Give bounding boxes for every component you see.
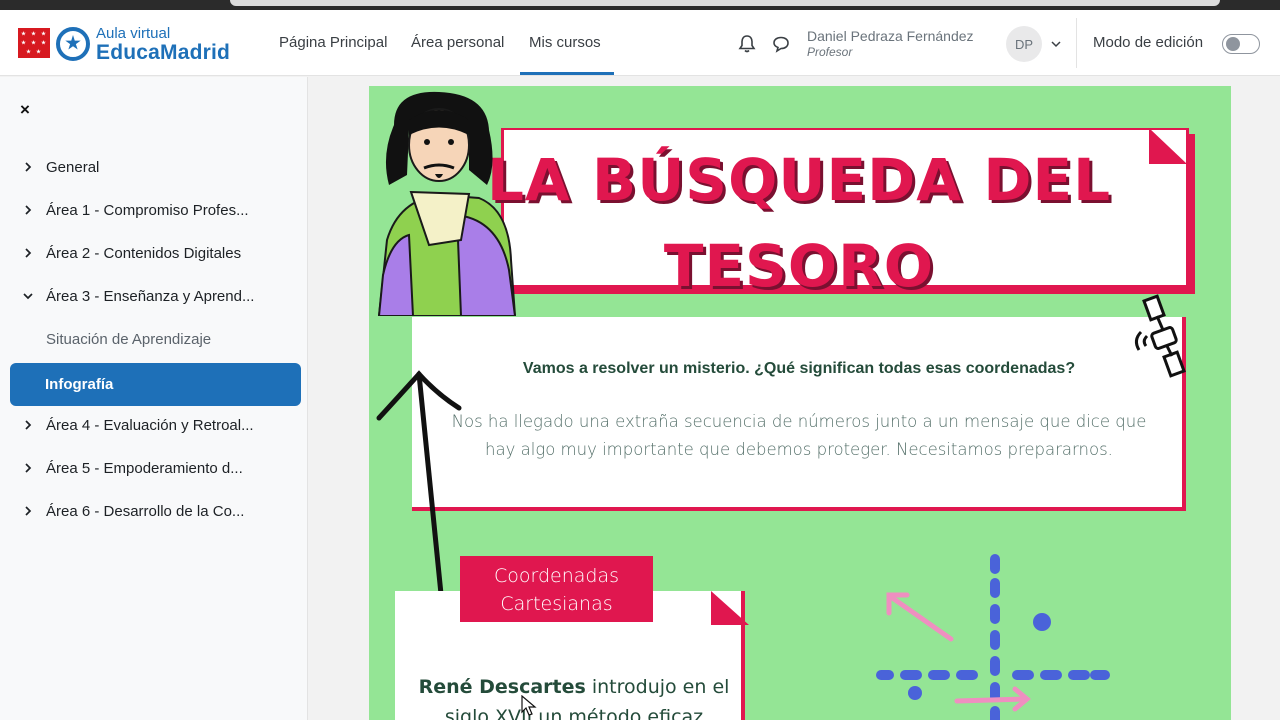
chevron-down-icon[interactable] xyxy=(22,289,34,303)
chevron-right-icon[interactable] xyxy=(22,461,34,475)
user-avatar[interactable]: DP xyxy=(1006,26,1042,62)
chevron-right-icon[interactable] xyxy=(22,246,34,260)
nav-link-pagina-principal[interactable]: Página Principal xyxy=(279,34,387,51)
main-content: LA BÚSQUEDA DEL TESORO Vamos a resolver … xyxy=(309,77,1280,720)
sidebar-item-label: Infografía xyxy=(45,376,114,393)
sidebar-subitem-situacion[interactable]: Situación de Aprendizaje xyxy=(0,320,308,360)
infographic-poster: LA BÚSQUEDA DEL TESORO Vamos a resolver … xyxy=(369,86,1231,720)
intro-question: Vamos a resolver un misterio. ¿Qué signi… xyxy=(522,360,1076,377)
sidebar-subitem-infografia[interactable]: Infografía xyxy=(10,363,301,406)
chevron-right-icon[interactable] xyxy=(22,203,34,217)
toggle-knob xyxy=(1226,37,1240,51)
chevron-down-icon[interactable] xyxy=(1050,38,1062,50)
sidebar-item-label: Área 4 - Evaluación y Retroal... xyxy=(46,417,254,434)
brand-name[interactable]: EducaMadrid xyxy=(96,41,230,65)
chevron-right-icon[interactable] xyxy=(22,160,34,174)
section-tag-coordenadas: Coordenadas Cartesianas xyxy=(460,556,653,622)
sidebar-item-label: Área 3 - Enseñanza y Aprend... xyxy=(46,288,255,305)
chat-icon[interactable] xyxy=(771,34,791,54)
sidebar-item-area-1[interactable]: Área 1 - Compromiso Profes... xyxy=(0,191,308,231)
user-name[interactable]: Daniel Pedraza Fernández xyxy=(807,28,974,44)
educamadrid-star-icon[interactable] xyxy=(56,27,90,61)
sidebar-item-area-4[interactable]: Área 4 - Evaluación y Retroal... xyxy=(0,406,308,446)
nav-active-indicator xyxy=(520,72,614,75)
browser-address-bar[interactable] xyxy=(230,0,1220,6)
sidebar-item-area-6[interactable]: Área 6 - Desarrollo de la Co... xyxy=(0,492,308,532)
edit-mode-toggle[interactable] xyxy=(1222,34,1260,54)
top-navbar: Aula virtual EducaMadrid Página Principa… xyxy=(0,10,1280,76)
descartes-name: René Descartes xyxy=(418,676,586,698)
poster-title: LA BÚSQUEDA DEL TESORO xyxy=(479,132,1119,314)
nav-link-area-personal[interactable]: Área personal xyxy=(411,34,504,51)
chevron-right-icon[interactable] xyxy=(22,504,34,518)
user-role: Profesor xyxy=(807,45,853,59)
sidebar-item-label: Área 1 - Compromiso Profes... xyxy=(46,202,249,219)
satellite-icon xyxy=(1134,294,1186,378)
browser-top-strip xyxy=(0,0,1280,10)
coordinates-text: René Descartes introdujo en el siglo XVI… xyxy=(409,672,739,720)
course-index-sidebar: × General Área 1 - Compromiso Profes... … xyxy=(0,77,308,720)
madrid-flag-logo[interactable] xyxy=(18,28,50,58)
mouse-cursor-icon xyxy=(521,695,537,716)
intro-paragraph: Nos ha llegado una extraña secuencia de … xyxy=(451,412,1147,459)
dotted-axes-illustration xyxy=(876,554,1110,720)
navbar-divider xyxy=(1076,18,1077,68)
sidebar-item-area-5[interactable]: Área 5 - Empoderamiento d... xyxy=(0,449,308,489)
brand-subtitle[interactable]: Aula virtual xyxy=(96,25,170,42)
sidebar-item-label: Área 6 - Desarrollo de la Co... xyxy=(46,503,245,520)
sidebar-item-label: Área 5 - Empoderamiento d... xyxy=(46,460,243,477)
chevron-right-icon[interactable] xyxy=(22,418,34,432)
sidebar-item-area-2[interactable]: Área 2 - Contenidos Digitales xyxy=(0,234,308,274)
close-sidebar-icon[interactable]: × xyxy=(20,100,30,120)
descartes-portrait-illustration xyxy=(377,91,517,316)
poster-title-line-2: TESORO xyxy=(663,232,935,300)
nav-link-mis-cursos[interactable]: Mis cursos xyxy=(529,34,601,51)
edit-mode-label: Modo de edición xyxy=(1093,34,1204,51)
sidebar-item-label: Situación de Aprendizaje xyxy=(46,331,212,348)
bell-icon[interactable] xyxy=(737,34,757,54)
sidebar-item-label: General xyxy=(46,159,100,176)
sidebar-item-label: Área 2 - Contenidos Digitales xyxy=(46,245,242,262)
sidebar-item-general[interactable]: General xyxy=(0,148,308,188)
poster-title-line-1: LA BÚSQUEDA DEL xyxy=(486,146,1112,214)
sidebar-item-area-3[interactable]: Área 3 - Enseñanza y Aprend... xyxy=(0,277,308,317)
